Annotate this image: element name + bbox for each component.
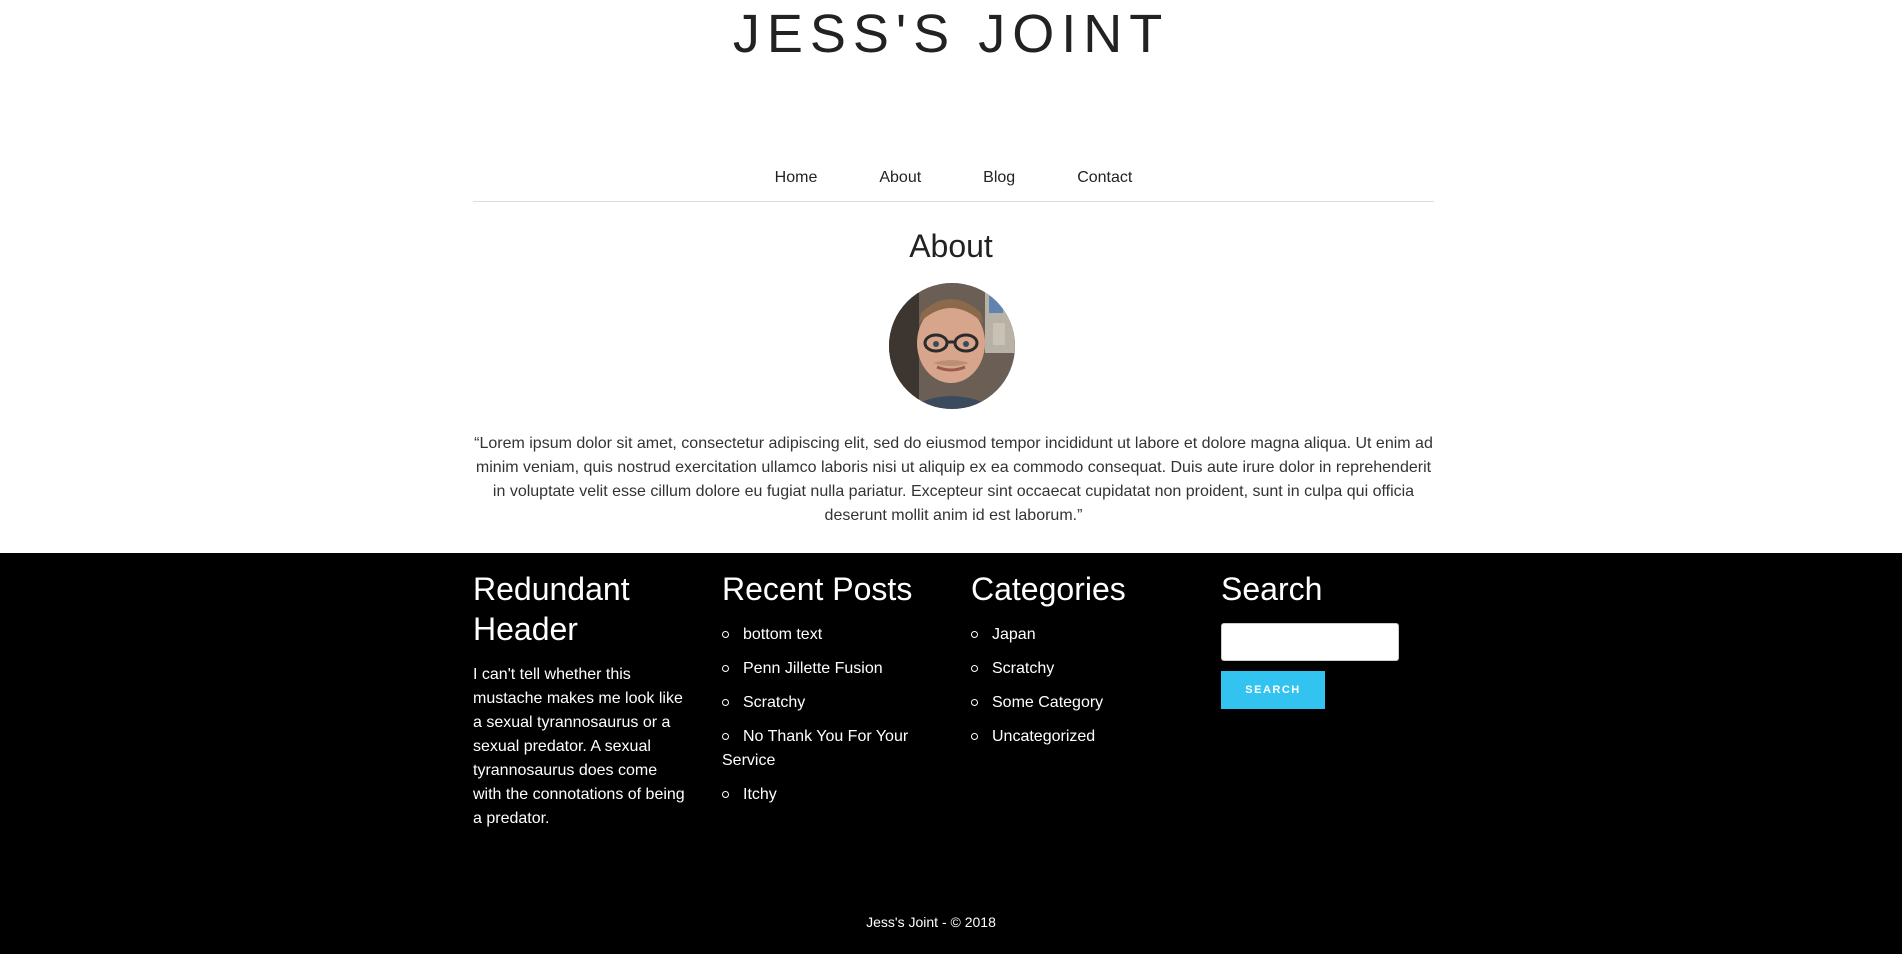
category-link[interactable]: Japan — [971, 623, 1186, 647]
avatar — [889, 283, 1015, 409]
circle-bullet-icon — [722, 631, 729, 638]
category-link[interactable]: Uncategorized — [971, 725, 1186, 749]
circle-bullet-icon — [971, 733, 978, 740]
widget-title: Recent Posts — [722, 571, 913, 607]
recent-post-link[interactable]: Penn Jillette Fusion — [722, 657, 937, 681]
redundant-header-widget: Redundant Header I can't tell whether th… — [473, 569, 688, 831]
link-label[interactable]: No Thank You For Your Service — [722, 728, 908, 769]
search-button[interactable]: SEARCH — [1221, 671, 1325, 709]
recent-post-link[interactable]: Itchy — [722, 783, 937, 807]
link-label[interactable]: Itchy — [743, 786, 777, 803]
nav-item-blog[interactable]: Blog — [952, 161, 1046, 195]
search-input[interactable] — [1221, 623, 1399, 661]
site-title: JESS'S JOINT — [732, 4, 1170, 64]
about-quote: “Lorem ipsum dolor sit amet, consectetur… — [474, 435, 1433, 524]
recent-post-link[interactable]: Scratchy — [722, 691, 937, 715]
link-label[interactable]: Penn Jillette Fusion — [743, 660, 883, 677]
circle-bullet-icon — [722, 699, 729, 706]
link-label[interactable]: Japan — [992, 626, 1036, 643]
copyright: Jess's Joint - © 2018 — [866, 914, 996, 930]
nav-item-home[interactable]: Home — [744, 161, 849, 195]
main-nav: Home About Blog Contact — [473, 161, 1434, 202]
link-label[interactable]: Scratchy — [743, 694, 805, 711]
widget-title: Categories — [971, 571, 1126, 607]
categories-list: Japan Scratchy Some Category Uncategoriz… — [971, 623, 1186, 749]
nav-item-contact[interactable]: Contact — [1046, 161, 1163, 195]
widget-title: Search — [1221, 571, 1323, 607]
circle-bullet-icon — [722, 791, 729, 798]
nav-item-about[interactable]: About — [848, 161, 952, 195]
link-label[interactable]: Scratchy — [992, 660, 1054, 677]
circle-bullet-icon — [722, 665, 729, 672]
circle-bullet-icon — [971, 665, 978, 672]
link-label[interactable]: Uncategorized — [992, 728, 1095, 745]
category-link[interactable]: Some Category — [971, 691, 1186, 715]
search-widget: Search SEARCH — [1221, 569, 1436, 709]
profile-photo-icon — [889, 283, 1015, 409]
page-title: About — [909, 228, 993, 264]
recent-posts-list: bottom text Penn Jillette Fusion Scratch… — [722, 623, 937, 807]
category-link[interactable]: Scratchy — [971, 657, 1186, 681]
footer: Redundant Header I can't tell whether th… — [0, 553, 1902, 954]
circle-bullet-icon — [722, 733, 729, 740]
link-label[interactable]: bottom text — [743, 626, 822, 643]
categories-widget: Categories Japan Scratchy Some Category … — [971, 569, 1186, 759]
nav-list: Home About Blog Contact — [744, 161, 1164, 195]
recent-post-link[interactable]: bottom text — [722, 623, 937, 647]
link-label[interactable]: Some Category — [992, 694, 1103, 711]
recent-post-link[interactable]: No Thank You For Your Service — [722, 725, 937, 773]
circle-bullet-icon — [971, 631, 978, 638]
widget-title: Redundant Header — [473, 571, 630, 647]
widget-text: I can't tell whether this mustache makes… — [473, 666, 685, 827]
recent-posts-widget: Recent Posts bottom text Penn Jillette F… — [722, 569, 937, 817]
circle-bullet-icon — [971, 699, 978, 706]
